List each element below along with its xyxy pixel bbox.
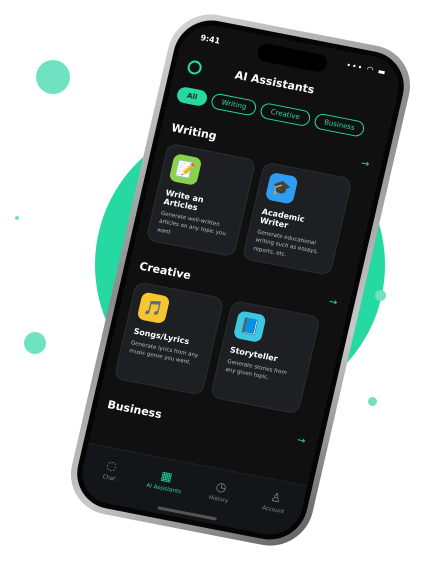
- tab-label: AI Assistants: [145, 482, 182, 496]
- clock-icon: ◷: [214, 479, 229, 495]
- arrow-right-icon[interactable]: →: [328, 296, 339, 308]
- tab-label: Chat: [101, 474, 116, 483]
- arrow-right-icon[interactable]: →: [296, 435, 307, 447]
- section-title-writing: Writing: [170, 121, 219, 143]
- user-icon: ♙: [269, 489, 283, 506]
- assistant-card-academic-writer[interactable]: 🎓 Academic Writer Generate educational w…: [241, 161, 353, 277]
- notepad-icon: 📝: [168, 153, 203, 186]
- tab-label: Account: [261, 505, 285, 516]
- book-icon: 📘: [232, 310, 267, 343]
- phone-mockup: 9:41 ••• ◠ ▬ AI Assistants All Writing C…: [0, 0, 430, 582]
- phone-bezel: 9:41 ••• ◠ ▬ AI Assistants All Writing C…: [69, 14, 412, 546]
- tab-label: History: [208, 494, 229, 505]
- dynamic-island: [255, 42, 329, 74]
- tab-account[interactable]: ♙ Account: [243, 486, 302, 539]
- assistant-card-songs-lyrics[interactable]: 🎵 Songs/Lyrics Generate lyrics from any …: [113, 281, 225, 396]
- grid-icon: ▦: [159, 468, 174, 485]
- graduation-cap-icon: 🎓: [264, 171, 299, 205]
- phone-frame: 9:41 ••• ◠ ▬ AI Assistants All Writing C…: [62, 7, 419, 553]
- tab-chat[interactable]: ◌ Chat: [79, 454, 138, 507]
- tab-history[interactable]: ◷ History: [188, 475, 247, 528]
- filter-chip-creative[interactable]: Creative: [259, 102, 312, 128]
- filter-chip-writing[interactable]: Writing: [210, 92, 258, 117]
- status-icons: ••• ◠ ▬: [345, 60, 388, 78]
- app-screen: 9:41 ••• ◠ ▬ AI Assistants All Writing C…: [75, 19, 406, 541]
- bottom-tab-bar: ◌ Chat ▦ AI Assistants ◷ History ♙ Accou…: [75, 442, 308, 541]
- filter-chip-business[interactable]: Business: [312, 112, 367, 138]
- music-note-icon: 🎵: [136, 291, 171, 325]
- chat-bubble-icon: ◌: [105, 457, 119, 474]
- page-title: AI Assistants: [233, 68, 316, 97]
- status-time: 9:41: [199, 33, 222, 46]
- section-title-business: Business: [106, 398, 164, 422]
- filter-chip-all[interactable]: All: [175, 85, 209, 108]
- assistant-card-storyteller[interactable]: 📘 Storyteller Generate stories from any …: [209, 299, 321, 415]
- section-title-creative: Creative: [138, 259, 193, 283]
- openai-logo-icon[interactable]: [186, 59, 204, 76]
- assistant-card-write-articles[interactable]: 📝 Write an Articles Generate well-writte…: [145, 142, 257, 258]
- arrow-right-icon[interactable]: →: [360, 158, 371, 170]
